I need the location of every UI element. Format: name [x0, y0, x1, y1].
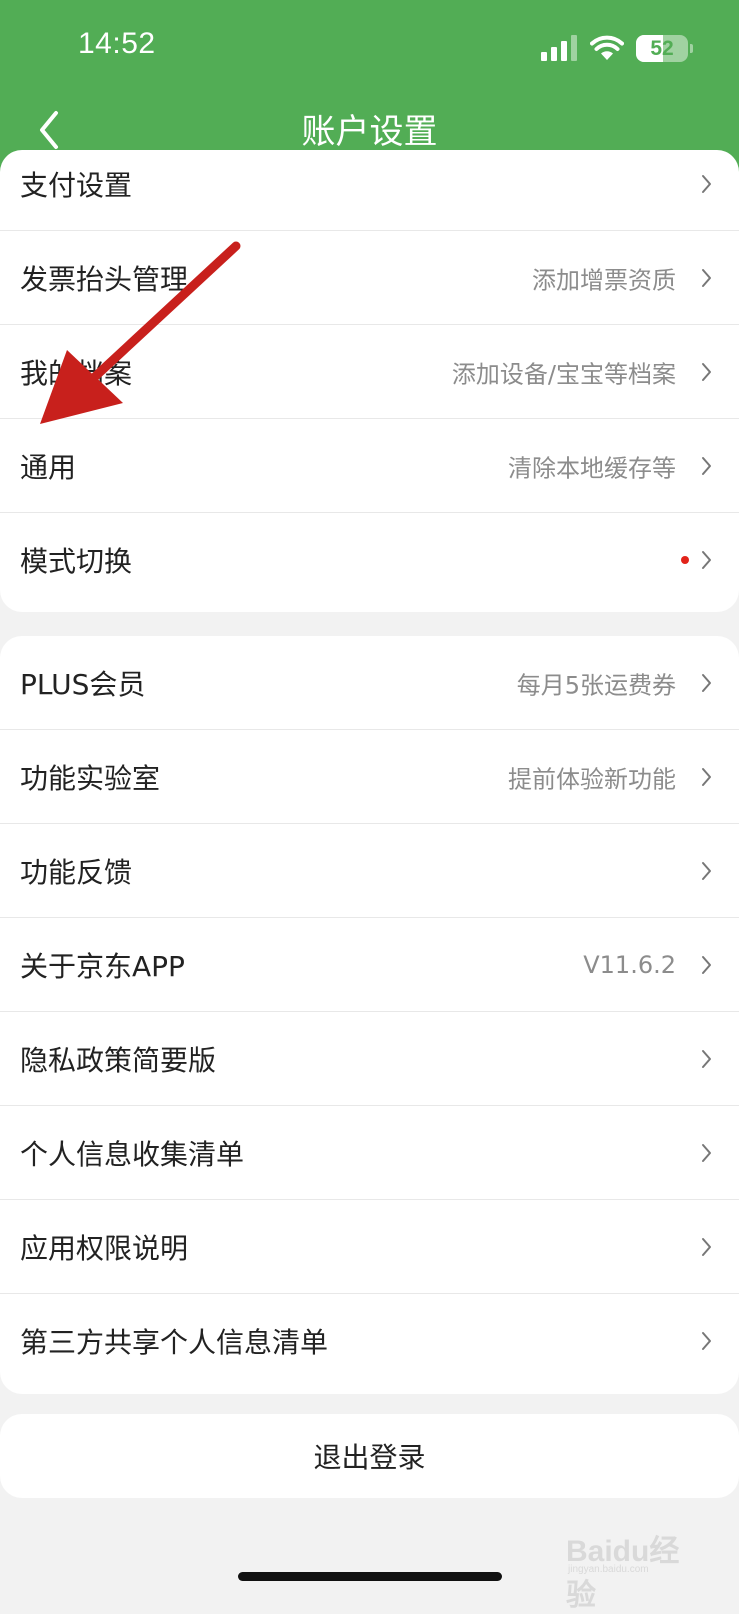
- row-label: 我的档案: [20, 357, 133, 390]
- settings-row-invoice[interactable]: 发票抬头管理 添加增票资质: [0, 231, 739, 325]
- chevron-right-icon: [702, 674, 711, 692]
- cellular-signal-icon: [541, 35, 577, 61]
- row-value: 添加增票资质: [532, 266, 676, 295]
- chevron-right-icon: [702, 363, 711, 381]
- chevron-right-icon: [702, 862, 711, 880]
- row-label: 通用: [20, 451, 77, 484]
- settings-row-privacy-summary[interactable]: 隐私政策简要版: [0, 1012, 739, 1106]
- settings-row-profile[interactable]: 我的档案 添加设备/宝宝等档案: [0, 325, 739, 419]
- settings-row-mode-switch[interactable]: 模式切换: [0, 513, 739, 607]
- settings-section-2: PLUS会员 每月5张运费券 功能实验室 提前体验新功能 功能反馈 关于京东AP…: [0, 636, 739, 1394]
- chevron-right-icon: [702, 269, 711, 287]
- settings-row-third-party[interactable]: 第三方共享个人信息清单: [0, 1294, 739, 1388]
- logout-label: 退出登录: [313, 1441, 426, 1474]
- row-label: 个人信息收集清单: [20, 1138, 245, 1171]
- settings-row-permissions[interactable]: 应用权限说明: [0, 1200, 739, 1294]
- row-label: 功能实验室: [20, 762, 161, 795]
- settings-row-about[interactable]: 关于京东APP V11.6.2: [0, 918, 739, 1012]
- row-label: 隐私政策简要版: [20, 1044, 217, 1077]
- row-label: 第三方共享个人信息清单: [20, 1326, 329, 1359]
- chevron-right-icon: [702, 1238, 711, 1256]
- settings-section-1: 支付设置 发票抬头管理 添加增票资质 我的档案 添加设备/宝宝等档案 通用 清除…: [0, 150, 739, 612]
- settings-row-feedback[interactable]: 功能反馈: [0, 824, 739, 918]
- settings-row-plus[interactable]: PLUS会员 每月5张运费券: [0, 636, 739, 730]
- row-value: 提前体验新功能: [508, 765, 676, 794]
- chevron-right-icon: [702, 1144, 711, 1162]
- battery-icon: 52: [636, 35, 688, 62]
- row-value: 每月5张运费券: [516, 671, 676, 700]
- wifi-icon: [590, 35, 624, 60]
- logout-button[interactable]: 退出登录: [0, 1414, 739, 1498]
- watermark-url: jingyan.baidu.com: [568, 1564, 649, 1575]
- row-value: V11.6.2: [583, 951, 676, 979]
- chevron-right-icon: [702, 175, 711, 193]
- chevron-right-icon: [702, 956, 711, 974]
- row-label: 支付设置: [20, 169, 133, 202]
- settings-row-general[interactable]: 通用 清除本地缓存等: [0, 419, 739, 513]
- row-value: 清除本地缓存等: [508, 454, 676, 483]
- chevron-right-icon: [702, 1050, 711, 1068]
- notification-dot: [681, 556, 689, 564]
- home-indicator[interactable]: [238, 1572, 502, 1581]
- settings-row-payment[interactable]: 支付设置: [0, 150, 739, 231]
- row-label: 模式切换: [20, 545, 133, 578]
- chevron-right-icon: [702, 1332, 711, 1350]
- row-label: PLUS会员: [20, 668, 146, 701]
- battery-nub: [690, 44, 693, 53]
- row-label: 发票抬头管理: [20, 263, 189, 296]
- status-time: 14:52: [78, 27, 156, 60]
- chevron-right-icon: [702, 768, 711, 786]
- watermark-logo: Baidu经验 jingyan.baidu.com: [566, 1520, 706, 1612]
- top-bar: 14:52 52 账户设置: [0, 0, 739, 172]
- chevron-right-icon: [702, 457, 711, 475]
- settings-row-info-collection[interactable]: 个人信息收集清单: [0, 1106, 739, 1200]
- page-title: 账户设置: [301, 112, 438, 152]
- battery-percent: 52: [650, 37, 674, 60]
- row-value: 添加设备/宝宝等档案: [451, 360, 676, 389]
- row-label: 功能反馈: [20, 856, 133, 889]
- row-label: 关于京东APP: [20, 950, 185, 983]
- settings-row-lab[interactable]: 功能实验室 提前体验新功能: [0, 730, 739, 824]
- chevron-right-icon: [702, 551, 711, 569]
- row-label: 应用权限说明: [20, 1232, 189, 1265]
